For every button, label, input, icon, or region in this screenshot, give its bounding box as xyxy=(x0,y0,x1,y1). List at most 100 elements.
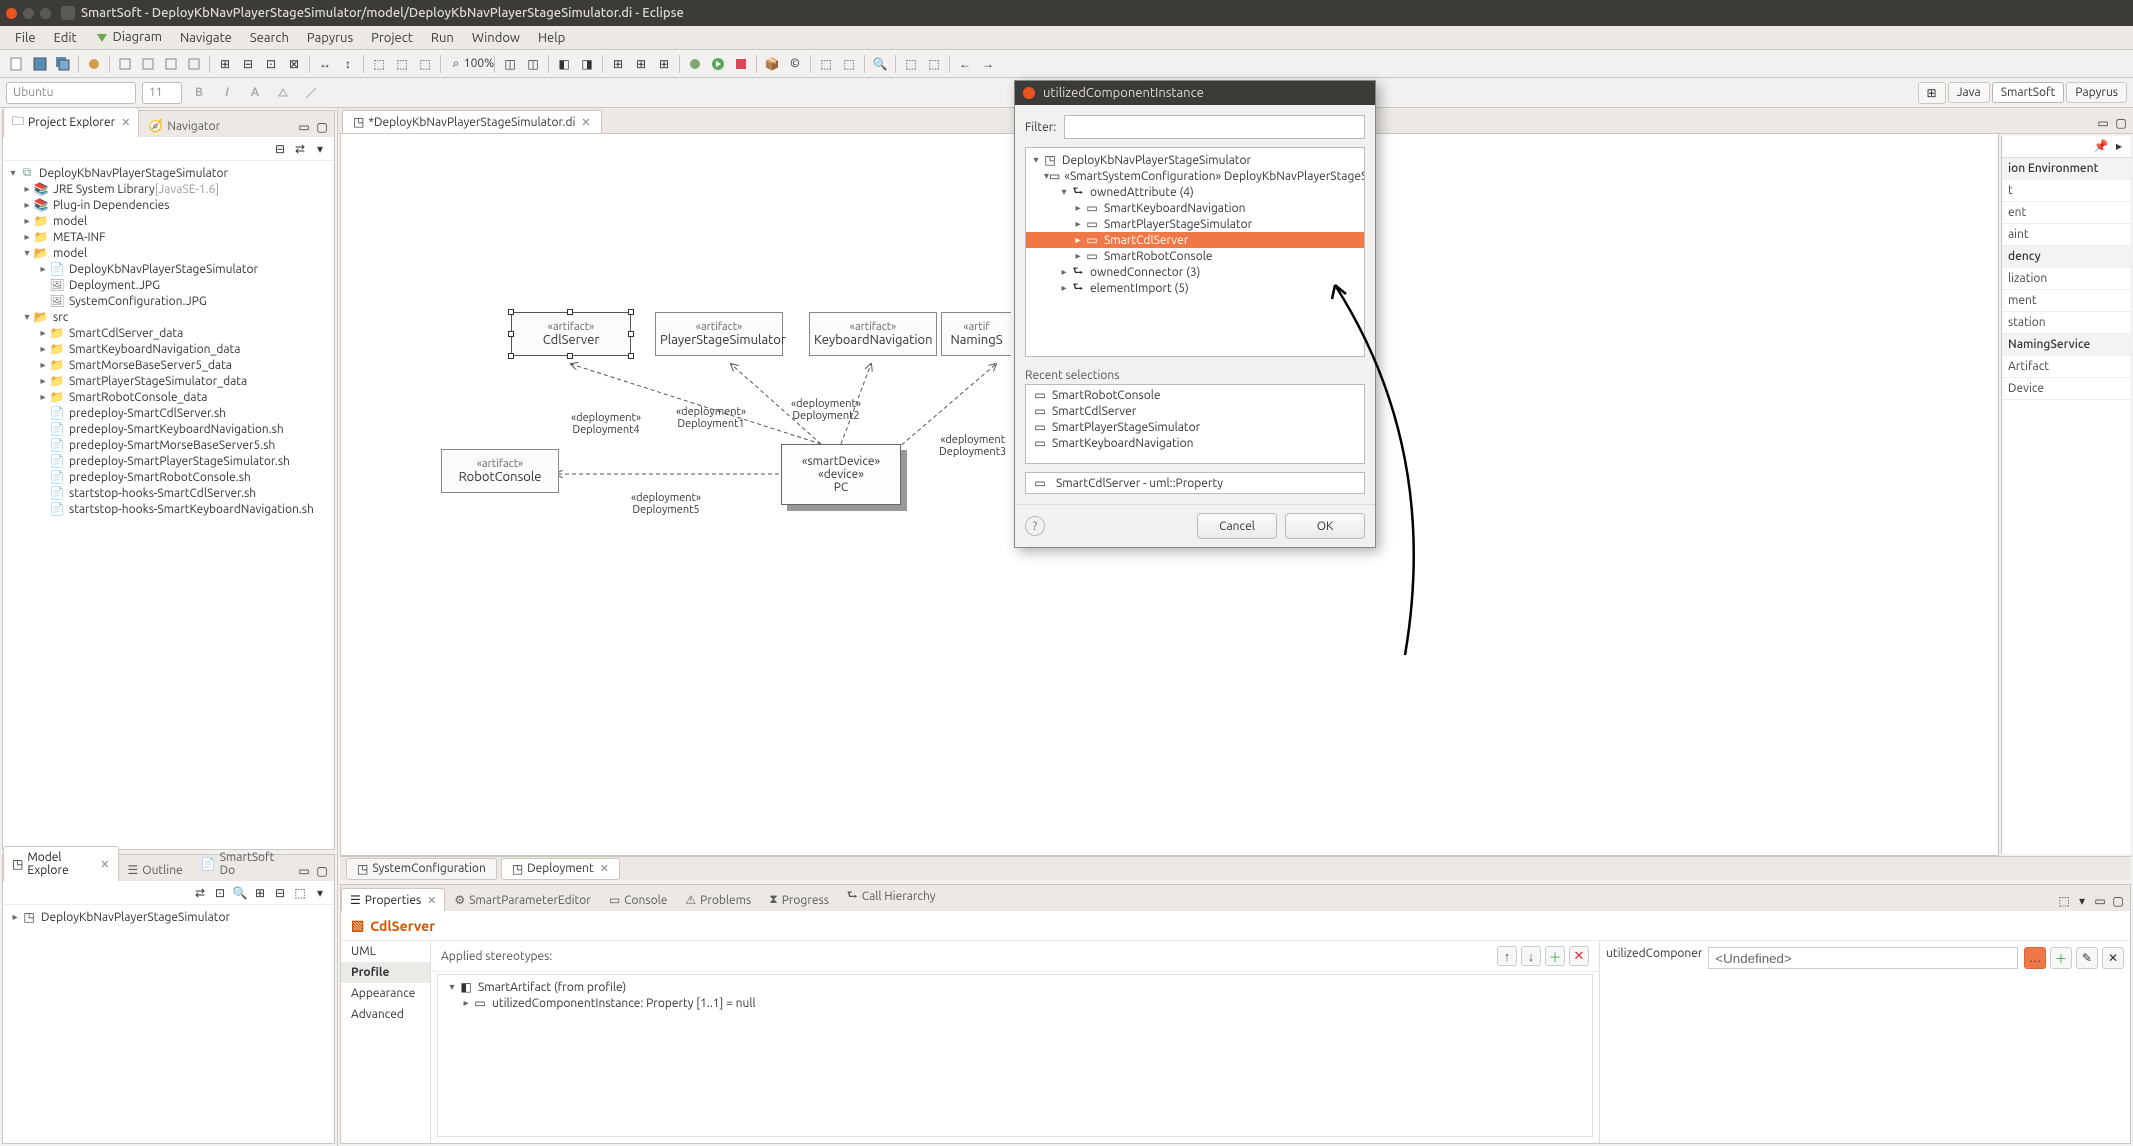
search-icon[interactable]: 🔍 xyxy=(869,53,891,75)
minimize-view-icon[interactable]: ▭ xyxy=(296,119,312,135)
close-icon[interactable]: ✕ xyxy=(581,116,590,129)
recent-selections-list[interactable]: ▭SmartRobotConsole ▭SmartCdlServer ▭Smar… xyxy=(1025,384,1365,464)
toolbar-btn-28[interactable]: ⬚ xyxy=(900,53,922,75)
add-button[interactable]: ＋ xyxy=(2050,947,2072,969)
maximize-editor-icon[interactable]: ▢ xyxy=(2113,115,2129,131)
minimize-view-icon[interactable]: ▭ xyxy=(2092,893,2108,909)
toolbar-btn-18[interactable]: ◧ xyxy=(553,53,575,75)
outline-btn-3[interactable]: 🔍 xyxy=(232,885,248,901)
tree-jre[interactable]: ▸📚JRE System Library [JavaSE-1.6] xyxy=(3,181,334,197)
zoom-100-icon[interactable]: 100% xyxy=(468,53,490,75)
tree-src-item-10[interactable]: 📄startstop-hooks-SmartCdlServer.sh xyxy=(3,485,334,501)
minimize-editor-icon[interactable]: ▭ xyxy=(2095,115,2111,131)
edit-button[interactable]: ✎ xyxy=(2076,947,2098,969)
close-icon[interactable]: ✕ xyxy=(100,858,109,871)
palette-collapse-icon[interactable]: ▸ xyxy=(2111,138,2127,154)
tree-src-item-1[interactable]: ▸📁SmartKeyboardNavigation_data xyxy=(3,341,334,357)
editor-tab-di[interactable]: ◳ *DeployKbNavPlayerStageSimulator.di ✕ xyxy=(342,110,602,133)
new-class-icon[interactable]: © xyxy=(784,53,806,75)
dlg-tree-attr-2[interactable]: ▸▭SmartCdlServer xyxy=(1026,232,1364,248)
toolbar-btn-10[interactable]: ↔ xyxy=(314,53,336,75)
help-icon[interactable]: ? xyxy=(1025,516,1045,536)
artifact-naming[interactable]: «artif NamingS xyxy=(941,312,1011,356)
forward-icon[interactable]: → xyxy=(977,53,999,75)
palette-item-5[interactable]: lization xyxy=(2002,268,2131,290)
stereo-remove-button[interactable]: ✕ xyxy=(1569,946,1589,966)
filter-input[interactable] xyxy=(1064,115,1365,139)
new-package-icon[interactable]: 📦 xyxy=(761,53,783,75)
tree-model-item-2[interactable]: 🖼SystemConfiguration.JPG xyxy=(3,293,334,309)
window-minimize[interactable] xyxy=(23,8,34,19)
toolbar-btn-8[interactable]: ⊡ xyxy=(260,53,282,75)
italic-button[interactable]: I xyxy=(216,82,238,104)
prop-cat-advanced[interactable]: Advanced xyxy=(341,1004,430,1025)
toolbar-btn-6[interactable]: ⊞ xyxy=(214,53,236,75)
tree-src-item-8[interactable]: 📄predeploy-SmartPlayerStageSimulator.sh xyxy=(3,453,334,469)
font-size-combo[interactable]: 11 xyxy=(142,82,182,104)
device-pc[interactable]: «smartDevice» «device» PC xyxy=(781,444,901,505)
tree-src-item-7[interactable]: 📄predeploy-SmartMorseBaseServer5.sh xyxy=(3,437,334,453)
stereo-root[interactable]: ▾◧SmartArtifact (from profile) xyxy=(442,979,1588,995)
toolbar-btn-26[interactable]: ⬚ xyxy=(815,53,837,75)
outline-btn-1[interactable]: ⇄ xyxy=(192,885,208,901)
tree-model-item-1[interactable]: 🖼Deployment.JPG xyxy=(3,277,334,293)
palette-section-env[interactable]: ion Environment xyxy=(2002,158,2131,180)
toolbar-btn-3[interactable] xyxy=(137,53,159,75)
palette-item-3[interactable]: aint xyxy=(2002,224,2131,246)
toolbar-btn-2[interactable] xyxy=(114,53,136,75)
toolbar-btn-29[interactable]: ⬚ xyxy=(923,53,945,75)
outline-btn-4[interactable]: ⊞ xyxy=(252,885,268,901)
tree-src-item-2[interactable]: ▸📁SmartMorseBaseServer5_data xyxy=(3,357,334,373)
dialog-tree[interactable]: ▾◳DeployKbNavPlayerStageSimulator ▾▭«Sma… xyxy=(1025,147,1365,357)
toolbar-btn-22[interactable]: ⊞ xyxy=(653,53,675,75)
palette-section-naming[interactable]: NamingService xyxy=(2002,334,2131,356)
toolbar-btn-21[interactable]: ⊞ xyxy=(630,53,652,75)
view-menu-icon[interactable]: ▾ xyxy=(312,141,328,157)
palette-item-1[interactable]: t xyxy=(2002,180,2131,202)
cancel-button[interactable]: Cancel xyxy=(1197,513,1277,539)
toolbar-btn-4[interactable] xyxy=(160,53,182,75)
debug-icon[interactable] xyxy=(684,53,706,75)
minimize-view-icon[interactable]: ▭ xyxy=(296,863,312,879)
dlg-tree-root[interactable]: ▾◳DeployKbNavPlayerStageSimulator xyxy=(1026,152,1364,168)
outline-tab[interactable]: ☰Outline xyxy=(119,858,192,881)
tree-src-item-4[interactable]: ▸📁SmartRobotConsole_data xyxy=(3,389,334,405)
ext-tools-icon[interactable] xyxy=(730,53,752,75)
dlg-tree-elemimport[interactable]: ▸⮑elementImport (5) xyxy=(1026,280,1364,296)
outline-btn-5[interactable]: ⊟ xyxy=(272,885,288,901)
smartparam-tab[interactable]: ⚙SmartParameterEditor xyxy=(445,888,599,911)
font-color-button[interactable]: A xyxy=(244,82,266,104)
open-perspective-button[interactable]: ⊞ xyxy=(1918,82,1946,104)
console-tab[interactable]: ▭Console xyxy=(600,888,677,911)
call-hierarchy-tab[interactable]: ⮑Call Hierarchy xyxy=(838,881,945,911)
new-icon[interactable] xyxy=(6,53,28,75)
maximize-view-icon[interactable]: ▢ xyxy=(2110,893,2126,909)
prop-cat-profile[interactable]: Profile xyxy=(341,962,430,983)
recent-item-0[interactable]: ▭SmartRobotConsole xyxy=(1026,387,1364,403)
delete-button[interactable]: ✕ xyxy=(2102,947,2124,969)
artifact-playerstage[interactable]: «artifact» PlayerStageSimulator xyxy=(655,312,783,356)
palette-item-9[interactable]: Artifact xyxy=(2002,356,2131,378)
close-icon[interactable]: ✕ xyxy=(427,894,436,907)
tree-model-folder[interactable]: ▾📂model xyxy=(3,245,334,261)
toolbar-btn-9[interactable]: ⊠ xyxy=(283,53,305,75)
utilized-component-input[interactable] xyxy=(1708,947,2018,969)
outline-btn-2[interactable]: ⊡ xyxy=(212,885,228,901)
toolbar-btn-17[interactable]: ◫ xyxy=(522,53,544,75)
font-name-combo[interactable]: Ubuntu xyxy=(6,82,136,104)
toolbar-btn-14[interactable]: ⬚ xyxy=(414,53,436,75)
dlg-tree-attr-1[interactable]: ▸▭SmartPlayerStageSimulator xyxy=(1026,216,1364,232)
palette-item-2[interactable]: ent xyxy=(2002,202,2131,224)
palette-item-10[interactable]: Device xyxy=(2002,378,2131,400)
menu-help[interactable]: Help xyxy=(529,28,574,48)
prop-cat-uml[interactable]: UML xyxy=(341,941,430,962)
recent-item-2[interactable]: ▭SmartPlayerStageSimulator xyxy=(1026,419,1364,435)
save-all-icon[interactable] xyxy=(52,53,74,75)
menu-run[interactable]: Run xyxy=(422,28,463,48)
artifact-cdlserver[interactable]: «artifact» CdlServer xyxy=(511,312,631,356)
line-color-button[interactable] xyxy=(300,82,322,104)
menu-edit[interactable]: Edit xyxy=(45,28,86,48)
tab-systemconfiguration[interactable]: ◳SystemConfiguration xyxy=(346,858,497,880)
tree-model-item-0[interactable]: ▸📄DeployKbNavPlayerStageSimulator xyxy=(3,261,334,277)
model-explore-tab[interactable]: ◳Model Explore✕ xyxy=(3,846,119,881)
